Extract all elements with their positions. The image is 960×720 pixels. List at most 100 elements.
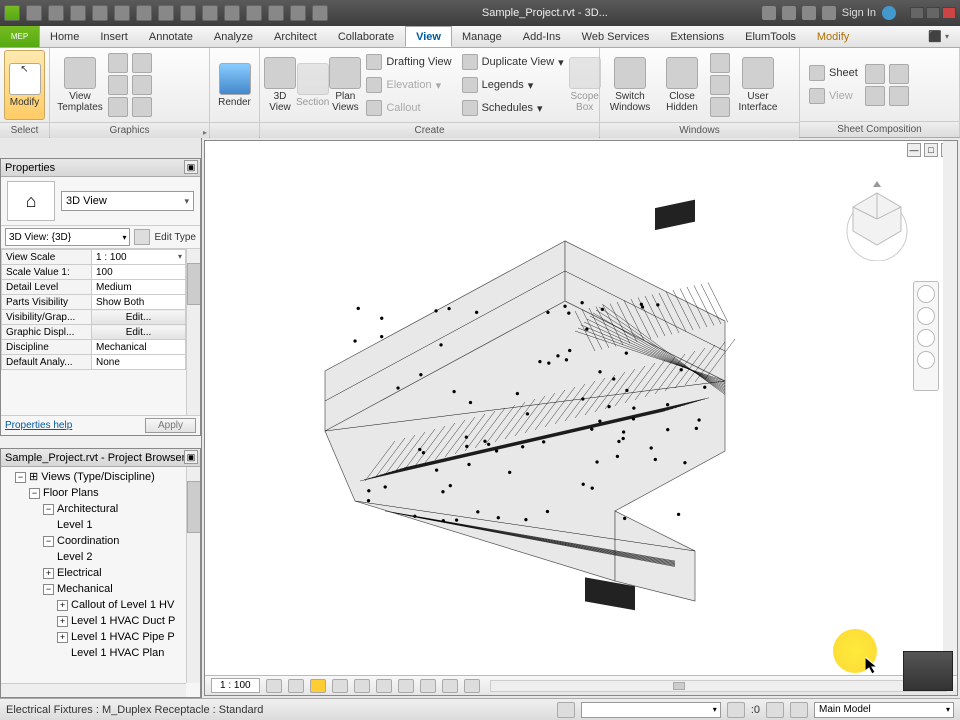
zoom-icon[interactable] (917, 329, 935, 347)
close-hidden-button[interactable]: Close Hidden (656, 50, 708, 120)
close-hidden-icon[interactable] (290, 5, 306, 21)
edit-type-icon[interactable] (134, 229, 150, 245)
prop-value[interactable]: Mechanical (92, 340, 186, 355)
guide-grid-icon[interactable] (889, 64, 909, 84)
plan-views-button[interactable]: Plan Views (329, 50, 361, 120)
matchline-icon[interactable] (889, 86, 909, 106)
active-workset-dropdown-1[interactable] (581, 702, 721, 718)
tab-extra-dropdown[interactable]: ⬛ (918, 26, 960, 47)
properties-title[interactable]: Properties▣ (1, 159, 200, 177)
design-options-icon[interactable] (790, 702, 808, 718)
prop-value[interactable]: Edit... (92, 325, 186, 340)
prop-value[interactable]: Medium (92, 280, 186, 295)
filter-selection-icon[interactable] (766, 702, 784, 718)
tree-elec[interactable]: +Electrical (43, 565, 200, 581)
sync-icon[interactable] (70, 5, 86, 21)
edit-type-button[interactable]: Edit Type (154, 232, 196, 243)
editable-only-icon[interactable] (727, 702, 745, 718)
tree-mech-item[interactable]: Level 1 HVAC Plan (57, 645, 200, 661)
tab-insert[interactable]: Insert (90, 26, 139, 47)
browser-close-icon[interactable]: ▣ (184, 450, 198, 464)
search-icon[interactable] (762, 6, 776, 20)
minimize-button[interactable] (910, 7, 924, 19)
view-on-sheet-button[interactable]: View (805, 85, 862, 107)
show-hidden-icon[interactable] (132, 53, 152, 73)
thinlines-icon[interactable] (268, 5, 284, 21)
type-selector-dropdown[interactable]: 3D View (61, 191, 194, 211)
browser-title[interactable]: Sample_Project.rvt - Project Browser▣ (1, 449, 200, 467)
scope-box-button[interactable]: Scope Box (569, 50, 601, 120)
replicate-icon[interactable] (710, 53, 730, 73)
orbit-icon[interactable] (917, 351, 935, 369)
viewport-vscroll[interactable] (943, 141, 957, 695)
legends-button[interactable]: Legends ▾ (458, 74, 568, 96)
open-icon[interactable] (26, 5, 42, 21)
title-block-icon[interactable] (865, 64, 885, 84)
view-scale-button[interactable]: 1 : 100 (211, 678, 260, 693)
tree-mech-item[interactable]: +Callout of Level 1 HV (57, 597, 200, 613)
cascade-icon[interactable] (710, 75, 730, 95)
prop-value[interactable]: Edit... (92, 310, 186, 325)
tab-webservices[interactable]: Web Services (572, 26, 661, 47)
properties-close-icon[interactable]: ▣ (184, 160, 198, 174)
viewcube[interactable] (837, 181, 917, 261)
apply-button[interactable]: Apply (145, 418, 196, 433)
render-button[interactable]: Render (214, 50, 255, 120)
switch-windows-button[interactable]: Switch Windows (604, 50, 656, 120)
viewport-hscroll[interactable] (490, 680, 947, 692)
tab-architect[interactable]: Architect (264, 26, 328, 47)
temp-hide-icon[interactable] (442, 679, 458, 693)
user-icon[interactable] (822, 6, 836, 20)
vp-minimize-icon[interactable]: — (907, 143, 921, 157)
3d-viewport[interactable]: — □ ✕ (204, 140, 958, 696)
filters-icon[interactable] (108, 75, 128, 95)
maximize-button[interactable] (926, 7, 940, 19)
reveal-icon[interactable] (464, 679, 480, 693)
tree-coord[interactable]: −Coordination Level 2 (43, 533, 200, 565)
tab-analyze[interactable]: Analyze (204, 26, 264, 47)
help-icon[interactable] (882, 6, 896, 20)
prop-value[interactable]: Show Both (92, 295, 186, 310)
tab-manage[interactable]: Manage (452, 26, 513, 47)
switch-win-icon[interactable] (312, 5, 328, 21)
tab-addins[interactable]: Add-Ins (513, 26, 572, 47)
subscription-icon[interactable] (782, 6, 796, 20)
signin-link[interactable]: Sign In (842, 7, 876, 19)
revisions-icon[interactable] (865, 86, 885, 106)
redo-icon[interactable] (114, 5, 130, 21)
tab-home[interactable]: Home (40, 26, 90, 47)
tab-extensions[interactable]: Extensions (660, 26, 735, 47)
tree-mech[interactable]: −Mechanical +Callout of Level 1 HV+Level… (43, 581, 200, 661)
elevation-button[interactable]: Elevation ▾ (362, 74, 455, 96)
measure-icon[interactable] (158, 5, 174, 21)
properties-filter-dropdown[interactable]: 3D View: {3D} (5, 228, 130, 246)
browser-hscroll[interactable] (1, 683, 186, 697)
cut-profile-icon[interactable] (132, 97, 152, 117)
remove-hidden-icon[interactable] (132, 75, 152, 95)
tab-elumtools[interactable]: ElumTools (735, 26, 807, 47)
worksets-icon[interactable] (557, 702, 575, 718)
tab-annotate[interactable]: Annotate (139, 26, 204, 47)
tree-mech-item[interactable]: +Level 1 HVAC Duct P (57, 613, 200, 629)
tab-view[interactable]: View (405, 26, 452, 47)
sun-path-icon[interactable] (310, 679, 326, 693)
mini-navigator[interactable] (903, 651, 953, 691)
app-button[interactable]: MEP (0, 26, 40, 47)
properties-grid[interactable]: View Scale1 : 100Scale Value 1:100Detail… (1, 249, 200, 415)
tree-mech-item[interactable]: +Level 1 HVAC Pipe P (57, 629, 200, 645)
save-icon[interactable] (48, 5, 64, 21)
print-icon[interactable] (136, 5, 152, 21)
building-model[interactable] (265, 181, 785, 621)
exchange-icon[interactable] (802, 6, 816, 20)
prop-value[interactable]: 1 : 100 (92, 250, 186, 265)
pan-icon[interactable] (917, 307, 935, 325)
tab-collaborate[interactable]: Collaborate (328, 26, 405, 47)
tree-views-root[interactable]: −⊞ Views (Type/Discipline) −Floor Plans … (15, 469, 200, 661)
sheet-button[interactable]: Sheet (805, 62, 862, 84)
dimension-icon[interactable] (180, 5, 196, 21)
browser-vscroll[interactable] (186, 467, 200, 683)
visibility-icon[interactable] (108, 53, 128, 73)
steering-wheel-icon[interactable] (917, 285, 935, 303)
app-menu-icon[interactable] (4, 5, 20, 21)
active-workset-dropdown-2[interactable]: Main Model (814, 702, 954, 718)
